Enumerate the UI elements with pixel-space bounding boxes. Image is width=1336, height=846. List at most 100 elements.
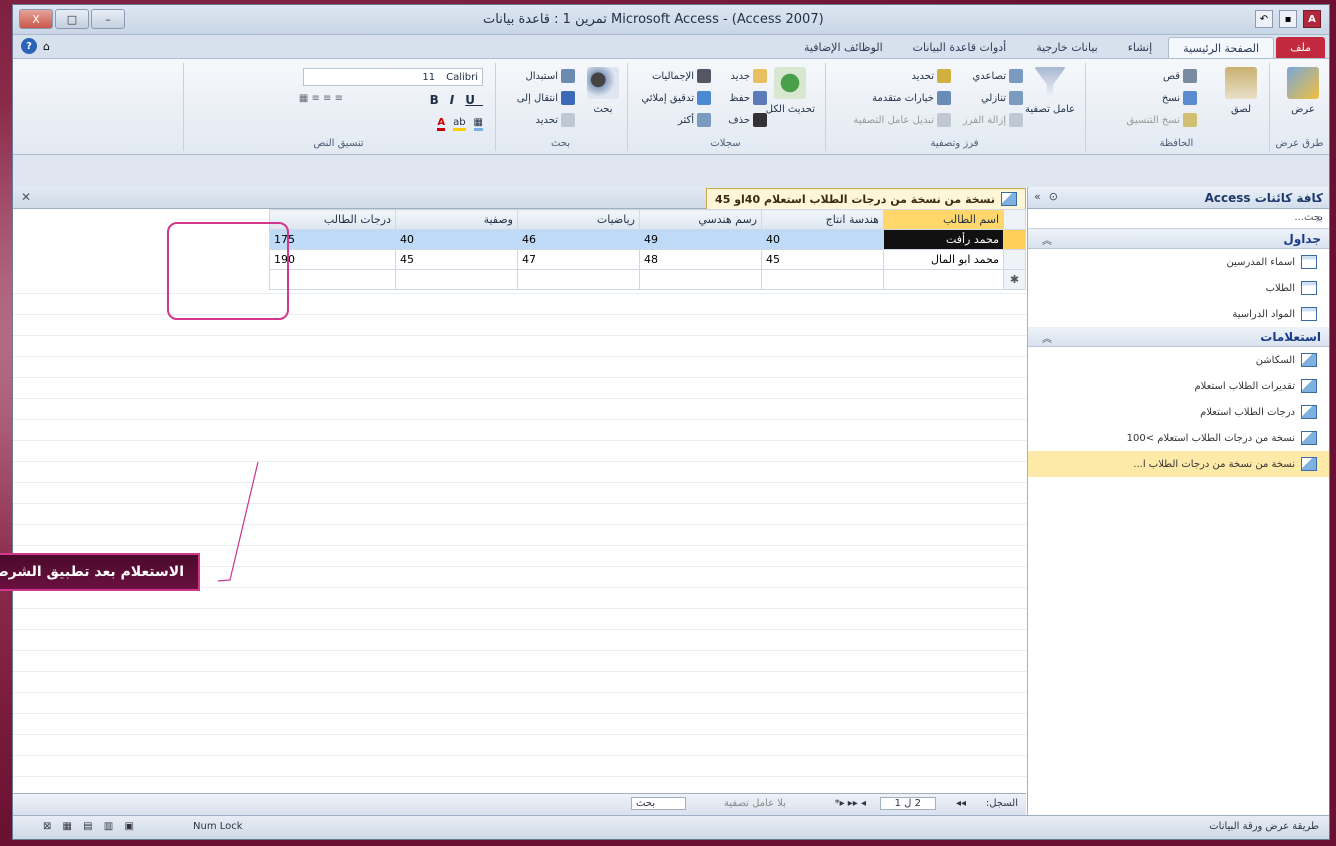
nav-item-query[interactable]: السكاشن (1028, 347, 1329, 373)
copy-button[interactable]: نسخ (1162, 91, 1197, 105)
advanced-button[interactable]: خيارات متقدمة (872, 91, 951, 105)
bold-italic-underline[interactable]: BIU (430, 93, 483, 107)
table-cell[interactable]: 48 (639, 249, 762, 270)
goto-button[interactable]: انتقال إلى (517, 91, 575, 105)
tab-add-ins[interactable]: الوظائف الإضافية (790, 37, 897, 58)
fill-color-icon[interactable]: ▦ (473, 117, 483, 131)
align-tools[interactable]: ≡ ≡ ≡ ▦ (299, 93, 343, 104)
view-icon (1287, 67, 1319, 99)
filter-button[interactable]: عامل تصفية (1025, 67, 1075, 115)
table-cell[interactable]: 45 (761, 249, 884, 270)
table-cell[interactable] (639, 269, 762, 290)
table-cell[interactable]: 40 (761, 229, 884, 250)
collapse-ribbon-icon[interactable]: ⌂ (43, 40, 50, 53)
selection-button[interactable]: تحديد (911, 69, 951, 83)
format-painter-button[interactable]: نسخ التنسيق (1127, 113, 1197, 127)
remove-sort-button[interactable]: إزالة الفرز (963, 113, 1023, 127)
nav-item-query[interactable]: تقديرات الطلاب استعلام (1028, 373, 1329, 399)
close-button[interactable]: X (19, 9, 53, 29)
totals-button[interactable]: الإجماليات (652, 69, 711, 83)
sort-ascending-button[interactable]: تصاعدي (972, 69, 1023, 83)
table-cell[interactable]: 45 (395, 249, 518, 270)
close-doc-icon[interactable]: ✕ (21, 190, 31, 204)
font-select[interactable]: 11 Calibri (303, 68, 483, 86)
column-header[interactable]: رياضيات (517, 209, 640, 230)
record-position-input[interactable]: 2 ل 1 (879, 797, 936, 810)
table-cell[interactable]: محمد رأفت (883, 229, 1004, 250)
more-button[interactable]: أكثر (678, 113, 711, 127)
maximize-button[interactable]: □ (55, 9, 89, 29)
view-switcher-icons[interactable]: ⊠ ▦ ▤ ▥ ▣ (43, 821, 138, 832)
no-filter-indicator[interactable]: بلا عامل تصفية (724, 798, 786, 809)
undo-icon[interactable]: ↶ (1255, 10, 1273, 28)
delete-record-button[interactable]: حذف (728, 113, 767, 127)
collapse-nav-icon[interactable]: « (1034, 190, 1041, 203)
table-cell[interactable]: 49 (639, 229, 762, 250)
column-header[interactable]: هندسة انتاج (761, 209, 884, 230)
nav-item-query[interactable]: نسخة من درجات الطلاب استعلام >100 (1028, 425, 1329, 451)
nav-section-tables[interactable]: ︽ جداول (1028, 229, 1329, 249)
minimize-button[interactable]: – (91, 9, 125, 29)
nav-search[interactable]: ⌕ بحث... (1028, 209, 1329, 229)
nav-header[interactable]: « ⊙ كافة كائنات Access (1028, 187, 1329, 209)
toggle-filter-label: تبديل عامل التصفية (853, 114, 934, 126)
nav-section-queries[interactable]: ︽ استعلامات (1028, 327, 1329, 347)
nav-first-icon[interactable]: ◂◂ (956, 798, 966, 809)
tab-create[interactable]: إنشاء (1114, 37, 1166, 58)
italic-icon[interactable]: I (450, 93, 462, 107)
bold-icon[interactable]: B (430, 93, 447, 107)
table-cell[interactable] (883, 269, 1004, 290)
spelling-button[interactable]: تدقيق إملائي (641, 91, 711, 105)
goto-label: انتقال إلى (516, 92, 558, 104)
underline-icon[interactable]: U (465, 93, 483, 107)
nav-item-query[interactable]: درجات الطلاب استعلام (1028, 399, 1329, 425)
column-header[interactable]: اسم الطالب (883, 209, 1004, 230)
advanced-icon (937, 91, 951, 105)
sort-descending-icon (1009, 91, 1023, 105)
refresh-all-button[interactable]: تحديث الكل (766, 67, 815, 115)
replace-button[interactable]: استبدال (526, 69, 575, 83)
table-row[interactable]: محمد رأفت 40 49 46 40 175 (269, 229, 1026, 250)
tab-file[interactable]: ملف (1276, 37, 1325, 58)
row-selector-header[interactable] (1003, 209, 1026, 230)
find-button[interactable]: بحث (587, 67, 619, 115)
cut-button[interactable]: قص (1163, 69, 1197, 83)
tab-external-data[interactable]: بيانات خارجية (1022, 37, 1111, 58)
select-button[interactable]: تحديد (535, 113, 575, 127)
toggle-filter-button[interactable]: تبديل عامل التصفية (853, 113, 951, 127)
column-header[interactable]: وصفية (395, 209, 518, 230)
record-search-input[interactable]: بحث (630, 797, 686, 810)
tab-home[interactable]: الصفحة الرئيسية (1168, 37, 1275, 58)
column-header[interactable]: درجات الطالب (269, 209, 396, 230)
save-icon[interactable]: ▪ (1279, 10, 1297, 28)
table-cell[interactable]: 47 (517, 249, 640, 270)
view-button[interactable]: عرض (1287, 67, 1319, 115)
tab-database-tools[interactable]: أدوات قاعدة البيانات (899, 37, 1021, 58)
table-cell[interactable]: 46 (517, 229, 640, 250)
table-cell[interactable] (517, 269, 640, 290)
tab-query-result[interactable]: نسخة من نسخة من درجات الطلاب استعلام 40ا… (706, 188, 1026, 209)
table-cell[interactable] (395, 269, 518, 290)
nav-item-table[interactable]: اسماء المدرسين (1028, 249, 1329, 275)
help-icon[interactable]: ? (21, 38, 37, 54)
help-area: ? ⌂ (21, 38, 50, 54)
table-cell[interactable]: 40 (395, 229, 518, 250)
table-cell[interactable]: محمد ابو المال (883, 249, 1004, 270)
new-record-button[interactable]: جديد (731, 69, 767, 83)
table-row[interactable]: محمد ابو المال 45 48 47 45 190 (269, 249, 1026, 270)
row-selector[interactable] (1003, 249, 1026, 270)
save-record-button[interactable]: حفظ (729, 91, 767, 105)
new-record-row[interactable]: ✱ (269, 269, 1026, 290)
table-cell[interactable] (761, 269, 884, 290)
nav-menu-icon[interactable]: ⊙ (1049, 190, 1058, 203)
nav-item-table[interactable]: الطلاب (1028, 275, 1329, 301)
highlight-icon[interactable]: ab (453, 117, 466, 131)
row-selector[interactable] (1003, 229, 1026, 250)
column-header[interactable]: رسم هندسي (639, 209, 762, 230)
nav-item-table[interactable]: المواد الدراسية (1028, 301, 1329, 327)
nav-arrows-icon[interactable]: ◂ ▸▸ ▸* (835, 798, 866, 809)
paste-button[interactable]: لصق (1225, 67, 1257, 115)
font-color-icon[interactable]: A (437, 117, 446, 131)
sort-descending-button[interactable]: تنازلي (981, 91, 1023, 105)
nav-item-query-selected[interactable]: نسخة من نسخة من درجات الطلاب ا... (1028, 451, 1329, 477)
